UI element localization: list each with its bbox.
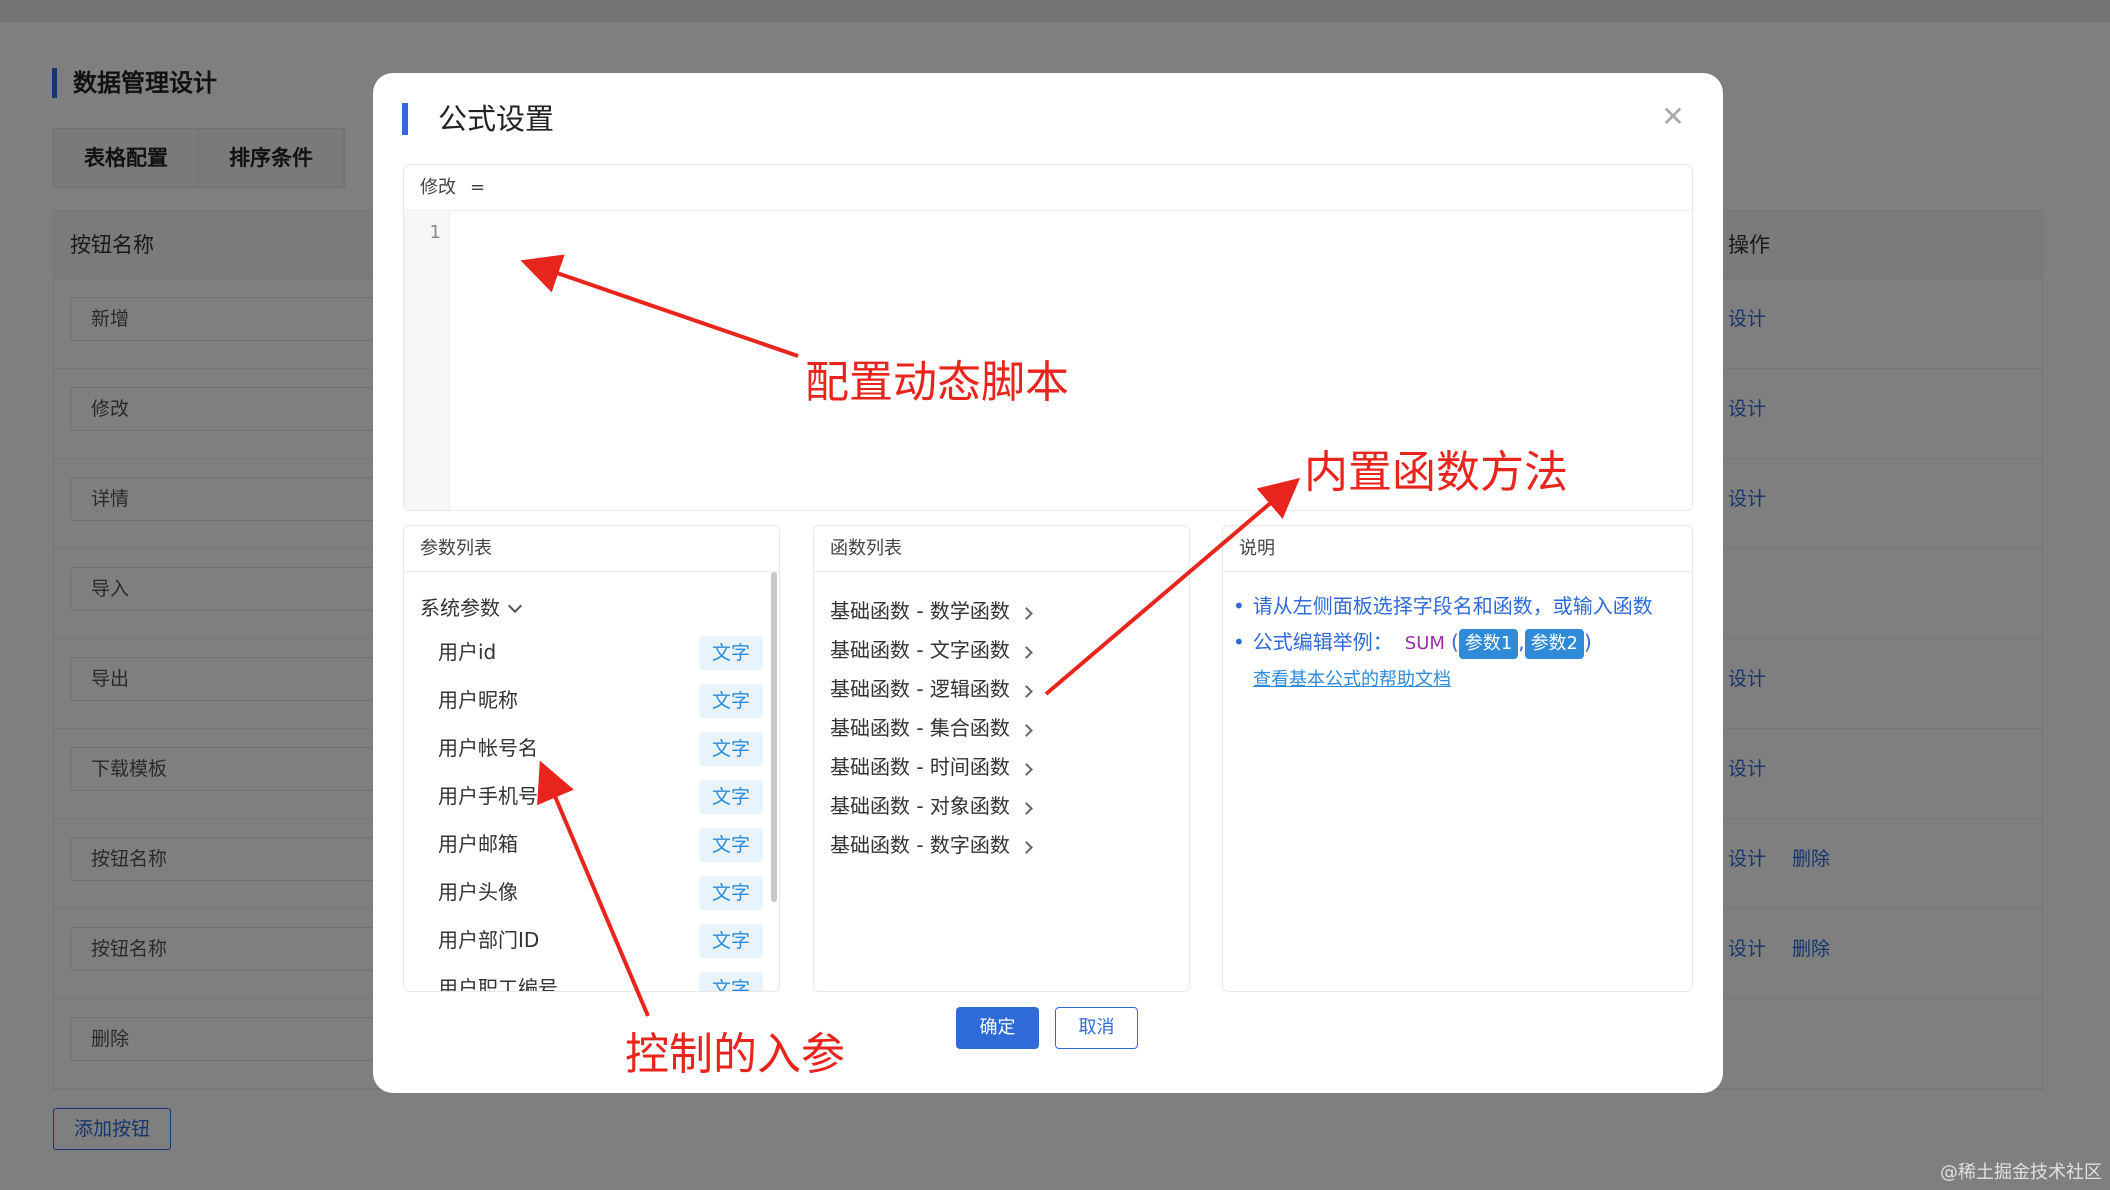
function-category-label: 基础函数 - 对象函数 <box>830 794 1010 818</box>
function-category[interactable]: 基础函数 - 对象函数 <box>830 791 1033 830</box>
chevron-down-icon <box>507 598 523 614</box>
chevron-right-icon <box>1020 763 1033 776</box>
type-badge: 文字 <box>699 636 763 670</box>
editor-header: 修改 = <box>404 165 1692 211</box>
param-item[interactable]: 用户头像 文字 <box>404 872 774 920</box>
function-category-label: 基础函数 - 数学函数 <box>830 599 1010 623</box>
type-badge: 文字 <box>699 732 763 766</box>
params-panel-title: 参数列表 <box>404 526 779 572</box>
functions-panel: 函数列表 基础函数 - 数学函数 基础函数 - 文字函数 基础函数 - 逻辑函数… <box>813 525 1190 992</box>
param-name: 用户邮箱 <box>438 832 518 856</box>
param-name: 用户id <box>438 640 497 664</box>
line-number: 1 <box>429 222 441 243</box>
params-panel: 参数列表 系统参数 用户id 文字 用户昵称 文字 用户帐号名 文字 用户手机号 文字 … <box>403 525 780 992</box>
group-label: 系统参数 <box>420 596 500 620</box>
field-label: 修改 <box>420 177 456 198</box>
type-badge: 文字 <box>699 972 763 991</box>
param-name: 用户手机号 <box>438 784 538 808</box>
params-scrollbar[interactable] <box>771 572 777 902</box>
function-category[interactable]: 基础函数 - 时间函数 <box>830 752 1033 791</box>
chevron-right-icon <box>1020 646 1033 659</box>
function-category-label: 基础函数 - 文字函数 <box>830 638 1010 662</box>
dialog-title: 公式设置 <box>402 103 554 135</box>
description-panel-title: 说明 <box>1223 526 1692 572</box>
function-category[interactable]: 基础函数 - 集合函数 <box>830 713 1033 752</box>
param-item[interactable]: 用户部门ID 文字 <box>404 920 774 968</box>
formula-dialog: 公式设置 ✕ 修改 = 1 参数列表 系统参数 用户id 文字 用户昵称 文字 用户帐… <box>373 73 1723 1093</box>
chevron-right-icon <box>1020 685 1033 698</box>
close-icon[interactable]: ✕ <box>1659 103 1687 131</box>
param-item[interactable]: 用户昵称 文字 <box>404 680 774 728</box>
annotation-script: 配置动态脚本 <box>805 357 1069 408</box>
type-badge: 文字 <box>699 828 763 862</box>
param-item[interactable]: 用户帐号名 文字 <box>404 728 774 776</box>
description-line: 查看基本公式的帮助文档 <box>1233 660 1653 696</box>
example-comma: , <box>1518 630 1525 654</box>
example-label: 公式编辑举例： <box>1252 630 1393 654</box>
param-item[interactable]: 用户id 文字 <box>404 632 774 680</box>
cancel-button[interactable]: 取消 <box>1055 1007 1138 1049</box>
function-category[interactable]: 基础函数 - 数字函数 <box>830 830 1033 869</box>
example-param-chip: 参数2 <box>1524 629 1585 659</box>
function-category-label: 基础函数 - 集合函数 <box>830 716 1010 740</box>
annotation-functions: 内置函数方法 <box>1304 447 1568 498</box>
type-badge: 文字 <box>699 780 763 814</box>
function-category-label: 基础函数 - 数字函数 <box>830 833 1010 857</box>
param-name: 用户头像 <box>438 880 518 904</box>
chevron-right-icon <box>1020 802 1033 815</box>
bullet-icon: • <box>1233 594 1245 618</box>
chevron-right-icon <box>1020 724 1033 737</box>
param-name: 用户部门ID <box>438 928 540 952</box>
param-name: 用户昵称 <box>438 688 518 712</box>
example-open-paren: ( <box>1450 630 1459 654</box>
watermark: @稀土掘金技术社区 <box>1940 1162 2102 1183</box>
param-item[interactable]: 用户职工编号 文字 <box>404 968 774 992</box>
param-list: 用户id 文字 用户昵称 文字 用户帐号名 文字 用户手机号 文字 用户邮箱 文字 用户头… <box>404 632 774 992</box>
equals-sign: = <box>470 177 486 198</box>
functions-panel-title: 函数列表 <box>814 526 1189 572</box>
chevron-right-icon <box>1020 841 1033 854</box>
type-badge: 文字 <box>699 924 763 958</box>
example-function: SUM <box>1404 633 1445 654</box>
help-doc-link[interactable]: 查看基本公式的帮助文档 <box>1253 669 1451 690</box>
description-line: • 公式编辑举例： SUM(参数1, 参数2) <box>1233 624 1653 660</box>
example-param-chip: 参数1 <box>1458 629 1519 659</box>
chevron-right-icon <box>1020 607 1033 620</box>
function-category-label: 基础函数 - 逻辑函数 <box>830 677 1010 701</box>
param-name: 用户帐号名 <box>438 736 538 760</box>
description-body: • 请从左侧面板选择字段名和函数，或输入函数 • 公式编辑举例： SUM(参数1, 参数… <box>1233 588 1653 696</box>
function-list: 基础函数 - 数学函数 基础函数 - 文字函数 基础函数 - 逻辑函数 基础函数… <box>830 596 1033 869</box>
function-category[interactable]: 基础函数 - 文字函数 <box>830 635 1033 674</box>
line-gutter: 1 <box>404 212 450 510</box>
function-category[interactable]: 基础函数 - 逻辑函数 <box>830 674 1033 713</box>
confirm-button[interactable]: 确定 <box>956 1007 1039 1049</box>
function-category[interactable]: 基础函数 - 数学函数 <box>830 596 1033 635</box>
type-badge: 文字 <box>699 876 763 910</box>
function-category-label: 基础函数 - 时间函数 <box>830 755 1010 779</box>
system-params-group[interactable]: 系统参数 <box>420 592 523 621</box>
instruction-text: 请从左侧面板选择字段名和函数，或输入函数 <box>1252 594 1653 618</box>
bullet-icon: • <box>1233 630 1245 654</box>
description-panel: 说明 • 请从左侧面板选择字段名和函数，或输入函数 • 公式编辑举例： SUM(参数1… <box>1222 525 1693 992</box>
description-line: • 请从左侧面板选择字段名和函数，或输入函数 <box>1233 588 1653 624</box>
annotation-params: 控制的入参 <box>625 1029 845 1080</box>
param-item[interactable]: 用户邮箱 文字 <box>404 824 774 872</box>
type-badge: 文字 <box>699 684 763 718</box>
param-item[interactable]: 用户手机号 文字 <box>404 776 774 824</box>
example-close-paren: ) <box>1584 630 1592 654</box>
param-name: 用户职工编号 <box>438 976 558 992</box>
